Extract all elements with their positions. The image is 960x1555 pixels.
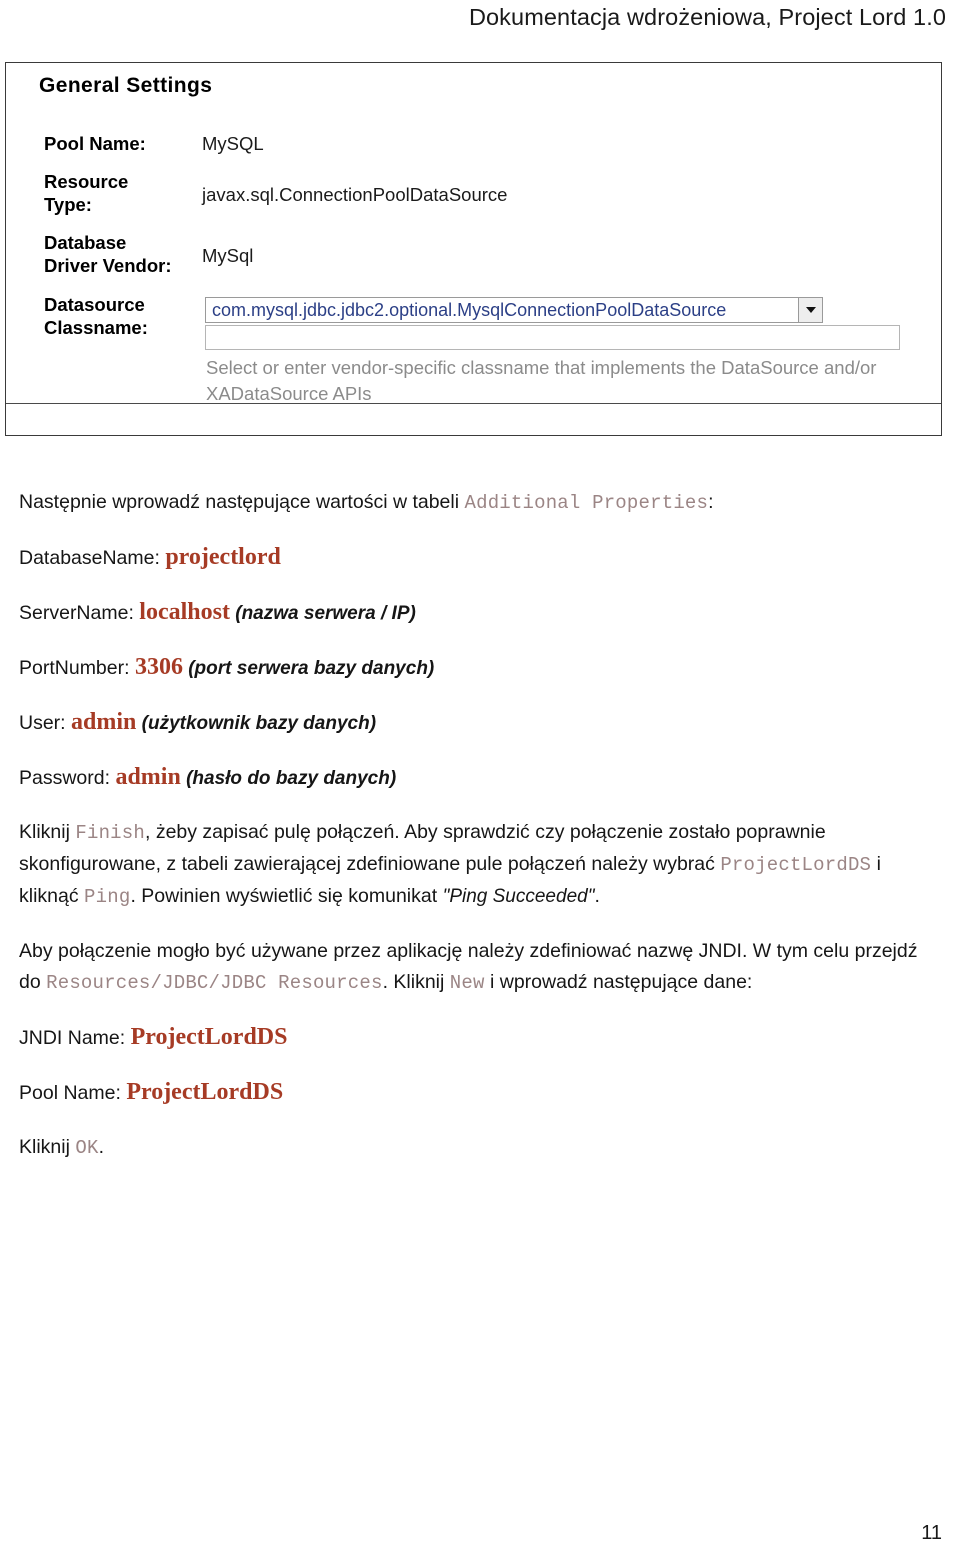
- jndi-name-field: JNDI Name: ProjectLordDS: [19, 1022, 939, 1054]
- property-note: (hasło do bazy danych): [180, 768, 397, 789]
- finish-text-5: .: [594, 885, 600, 907]
- finish-text-1: Kliknij: [19, 821, 76, 843]
- property-password: Password: admin (hasło do bazy danych): [19, 762, 939, 794]
- database-driver-vendor-label: Database Driver Vendor:: [44, 232, 172, 276]
- document-title: Dokumentacja wdrożeniowa, Project Lord 1…: [468, 4, 946, 30]
- datasource-classname-hint: Select or enter vendor-specific classnam…: [206, 357, 877, 404]
- paragraph-finish-ping: Kliknij Finish, żeby zapisać pulę połącz…: [19, 817, 939, 913]
- property-user: User: admin (użytkownik bazy danych): [19, 707, 939, 739]
- glassfish-screenshot-figure: General Settings Pool Name: MySQL Resour…: [5, 62, 942, 436]
- datasource-classname-input[interactable]: [205, 325, 900, 350]
- datasource-classname-label: Datasource Classname:: [44, 294, 148, 338]
- property-value: projectlord: [165, 544, 281, 570]
- document-body: Następnie wprowadź następujące wartości …: [19, 487, 939, 1187]
- property-value: admin: [71, 709, 137, 735]
- finish-text-4: . Powinien wyświetlić się komunikat: [130, 885, 443, 907]
- additional-properties-code: Additional Properties: [464, 492, 709, 514]
- paragraph-jndi: Aby połączenie mogło być używane przez a…: [19, 936, 939, 999]
- jndi-field-name: JNDI Name:: [19, 1027, 131, 1049]
- property-name: DatabaseName:: [19, 547, 166, 569]
- general-settings-heading: General Settings: [39, 74, 213, 97]
- jndi-field-value: ProjectLordDS: [130, 1024, 288, 1050]
- resource-type-value: javax.sql.ConnectionPoolDataSource: [202, 184, 508, 205]
- datasource-classname-combobox[interactable]: com.mysql.jdbc.jdbc2.optional.MysqlConne…: [205, 297, 823, 323]
- intro-suffix: :: [708, 491, 714, 513]
- ok-text-2: .: [98, 1136, 104, 1158]
- property-note: (użytkownik bazy danych): [136, 713, 377, 734]
- property-value: localhost: [139, 599, 230, 625]
- resource-type-label: Resource Type:: [44, 171, 129, 215]
- property-name: Password:: [19, 767, 116, 789]
- paragraph-ok: Kliknij OK.: [19, 1132, 939, 1164]
- figure-divider: [6, 403, 941, 404]
- intro-prefix: Następnie wprowadź następujące wartości …: [19, 491, 465, 513]
- ok-text-1: Kliknij: [19, 1136, 76, 1158]
- chevron-down-icon[interactable]: [798, 298, 822, 322]
- jndi-text-2: . Kliknij: [382, 971, 450, 993]
- pool-name-value: MySQL: [202, 133, 264, 154]
- page-number: 11: [921, 1522, 942, 1544]
- ping-code: Ping: [84, 886, 131, 908]
- jndi-text-3: i wprowadź następujące dane:: [484, 971, 753, 993]
- projectlordds-code: ProjectLordDS: [720, 854, 872, 876]
- property-name: ServerName:: [19, 602, 140, 624]
- property-name: PortNumber:: [19, 657, 135, 679]
- database-driver-vendor-value: MySql: [202, 245, 254, 266]
- pool-name-label: Pool Name:: [44, 133, 146, 154]
- jndi-pool-name-field: Pool Name: ProjectLordDS: [19, 1077, 939, 1109]
- property-servername: ServerName: localhost (nazwa serwera / I…: [19, 597, 939, 629]
- jndi-field-value: ProjectLordDS: [126, 1079, 284, 1105]
- datasource-classname-combobox-value: com.mysql.jdbc.jdbc2.optional.MysqlConne…: [212, 299, 727, 320]
- property-databasename: DatabaseName: projectlord: [19, 542, 939, 574]
- ping-succeeded-quote: "Ping Succeeded": [442, 886, 595, 907]
- property-portnumber: PortNumber: 3306 (port serwera bazy dany…: [19, 652, 939, 684]
- ok-code: OK: [75, 1137, 99, 1159]
- new-code: New: [449, 972, 485, 994]
- property-note: (nazwa serwera / IP): [229, 603, 416, 624]
- property-name: User:: [19, 712, 72, 734]
- property-value: admin: [115, 764, 181, 790]
- jndi-field-name: Pool Name:: [19, 1082, 127, 1104]
- property-note: (port serwera bazy danych): [182, 658, 435, 679]
- resources-path-code: Resources/JDBC/JDBC Resources: [46, 972, 383, 994]
- finish-code: Finish: [75, 822, 145, 844]
- document-header: Dokumentacja wdrożeniowa, Project Lord 1…: [0, 0, 960, 46]
- property-value: 3306: [134, 654, 183, 680]
- intro-paragraph: Następnie wprowadź następujące wartości …: [19, 487, 939, 519]
